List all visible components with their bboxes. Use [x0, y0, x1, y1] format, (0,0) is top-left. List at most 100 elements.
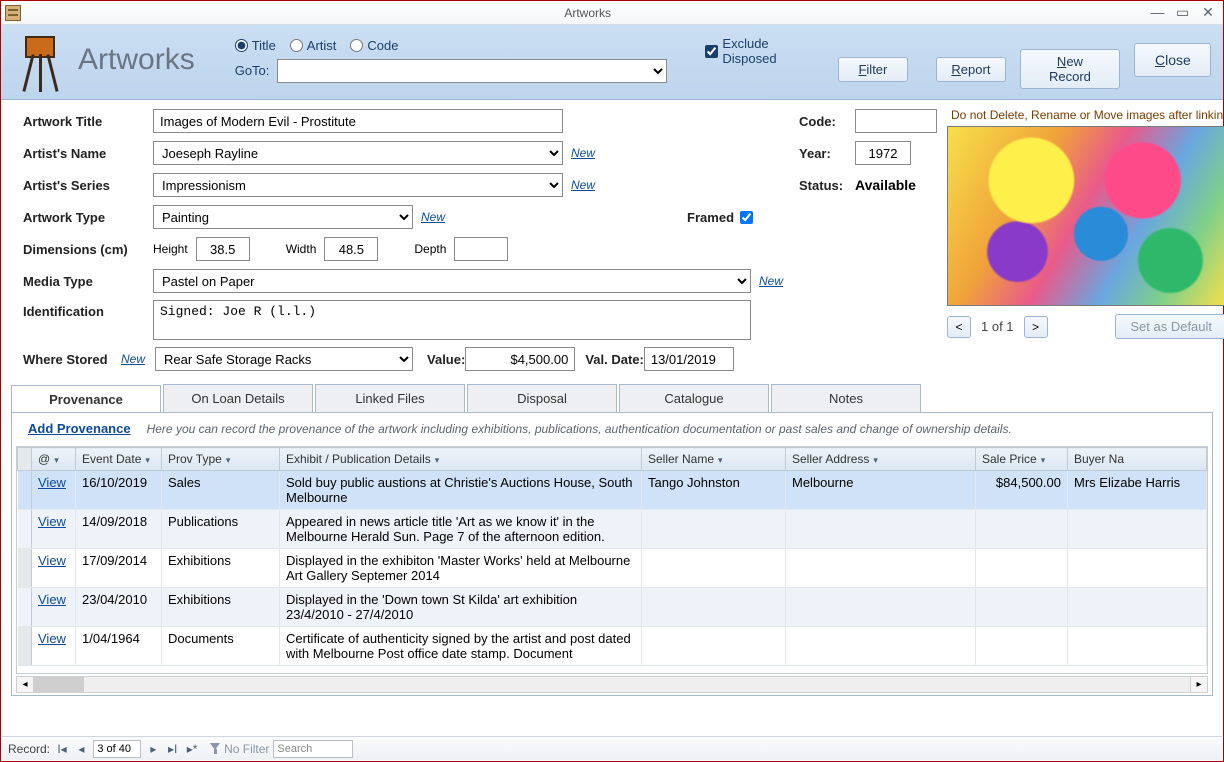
tab-catalogue[interactable]: Catalogue [619, 384, 769, 412]
col-rowselector[interactable] [18, 448, 32, 471]
valdate-input[interactable] [644, 347, 734, 371]
value-input[interactable] [465, 347, 575, 371]
image-next-button[interactable]: > [1024, 316, 1048, 338]
artist-combo[interactable]: Joeseph Rayline [153, 141, 563, 165]
year-label: Year: [799, 146, 855, 161]
code-input[interactable] [855, 109, 937, 133]
col-buyer[interactable]: Buyer Na [1068, 448, 1207, 471]
col-seller[interactable]: Seller Name▾ [642, 448, 786, 471]
stored-label: Where Stored [23, 352, 121, 367]
depth-input[interactable] [454, 237, 508, 261]
col-date[interactable]: Event Date▾ [76, 448, 162, 471]
framed-checkbox[interactable] [740, 211, 753, 224]
col-at[interactable]: @▾ [32, 448, 76, 471]
artwork-image[interactable] [947, 126, 1224, 306]
image-nav-label: 1 of 1 [981, 319, 1014, 334]
header-band: Artworks Title Artist Code GoTo: Exclude… [1, 25, 1223, 100]
image-prev-button[interactable]: < [947, 316, 971, 338]
page-heading: Artworks [78, 43, 195, 77]
view-link[interactable]: View [38, 514, 66, 529]
record-position-input[interactable] [93, 740, 141, 758]
grid-hscrollbar[interactable]: ◂ ▸ [16, 676, 1208, 693]
tab-provenance[interactable]: Provenance [11, 385, 161, 413]
report-button[interactable]: Report [936, 57, 1006, 82]
status-value: Available [855, 177, 916, 193]
tab-linked-files[interactable]: Linked Files [315, 384, 465, 412]
tab-notes[interactable]: Notes [771, 384, 921, 412]
nav-next-icon[interactable]: ▸ [145, 742, 161, 756]
new-series-link[interactable]: New [571, 178, 595, 192]
table-row[interactable]: View1/04/1964DocumentsCertificate of aut… [18, 627, 1207, 666]
col-details[interactable]: Exhibit / Publication Details▾ [280, 448, 642, 471]
no-filter-indicator[interactable]: No Filter [210, 742, 269, 756]
titlebar: Artworks — ▭ ✕ [1, 1, 1223, 25]
new-type-link[interactable]: New [421, 210, 445, 224]
series-combo[interactable]: Impressionism [153, 173, 563, 197]
col-addr[interactable]: Seller Address▾ [786, 448, 976, 471]
value-label: Value: [427, 352, 465, 367]
year-input[interactable] [855, 141, 911, 165]
exclude-disposed-checkbox[interactable]: Exclude Disposed [705, 36, 824, 66]
framed-label: Framed [687, 210, 734, 225]
record-search-input[interactable] [273, 740, 353, 758]
minimize-icon[interactable]: — [1146, 4, 1168, 20]
title-label: Artwork Title [23, 114, 153, 129]
nav-new-icon[interactable]: ▸* [184, 742, 200, 756]
radio-artist[interactable]: Artist [290, 38, 337, 53]
close-button[interactable]: Close [1134, 43, 1211, 77]
tab-onloan[interactable]: On Loan Details [163, 384, 313, 412]
media-combo[interactable]: Pastel on Paper [153, 269, 751, 293]
new-artist-link[interactable]: New [571, 146, 595, 160]
view-link[interactable]: View [38, 475, 66, 490]
view-link[interactable]: View [38, 592, 66, 607]
artist-label: Artist's Name [23, 146, 153, 161]
title-input[interactable] [153, 109, 563, 133]
scroll-left-icon[interactable]: ◂ [17, 677, 34, 692]
table-row[interactable]: View23/04/2010ExhibitionsDisplayed in th… [18, 588, 1207, 627]
search-by-radios: Title Artist Code [235, 38, 668, 53]
record-navigator: Record: I◂ ◂ ▸ ▸I ▸* No Filter [2, 736, 1222, 760]
funnel-icon [210, 743, 221, 754]
scroll-right-icon[interactable]: ▸ [1190, 677, 1207, 692]
stored-combo[interactable]: Rear Safe Storage Racks [155, 347, 413, 371]
goto-combo[interactable] [277, 59, 667, 83]
width-input[interactable] [324, 237, 378, 261]
new-record-button[interactable]: New Record [1020, 49, 1120, 89]
ident-label: Identification [23, 300, 153, 319]
filter-button[interactable]: Filter [838, 57, 908, 82]
media-label: Media Type [23, 274, 153, 289]
add-provenance-link[interactable]: Add Provenance [28, 421, 131, 436]
radio-code[interactable]: Code [350, 38, 398, 53]
col-price[interactable]: Sale Price▾ [976, 448, 1068, 471]
view-link[interactable]: View [38, 631, 66, 646]
image-warning: Do not Delete, Rename or Move images aft… [947, 108, 1224, 122]
depth-label: Depth [414, 242, 446, 256]
close-icon[interactable]: ✕ [1197, 4, 1219, 21]
table-row[interactable]: View14/09/2018PublicationsAppeared in ne… [18, 510, 1207, 549]
table-row[interactable]: View16/10/2019SalesSold buy public austi… [18, 471, 1207, 510]
goto-label: GoTo: [235, 63, 270, 78]
easel-icon [17, 32, 62, 88]
col-type[interactable]: Prov Type▾ [162, 448, 280, 471]
radio-title[interactable]: Title [235, 38, 276, 53]
set-default-button[interactable]: Set as Default [1115, 314, 1224, 339]
view-link[interactable]: View [38, 553, 66, 568]
width-label: Width [286, 242, 317, 256]
app-icon [5, 5, 21, 21]
type-combo[interactable]: Painting [153, 205, 413, 229]
nav-prev-icon[interactable]: ◂ [73, 742, 89, 756]
tab-disposal[interactable]: Disposal [467, 384, 617, 412]
height-input[interactable] [196, 237, 250, 261]
nav-last-icon[interactable]: ▸I [165, 742, 181, 756]
new-media-link[interactable]: New [759, 274, 783, 288]
status-label: Status: [799, 178, 855, 193]
window-title: Artworks [29, 6, 1146, 20]
table-row[interactable]: View17/09/2014ExhibitionsDisplayed in th… [18, 549, 1207, 588]
new-stored-link[interactable]: New [121, 352, 145, 366]
provenance-hint: Here you can record the provenance of th… [147, 422, 1012, 436]
provenance-grid[interactable]: @▾ Event Date▾ Prov Type▾ Exhibit / Publ… [16, 446, 1208, 674]
ident-input[interactable] [153, 300, 751, 340]
maximize-icon[interactable]: ▭ [1172, 4, 1194, 21]
nav-first-icon[interactable]: I◂ [54, 742, 70, 756]
code-label: Code: [799, 114, 855, 129]
